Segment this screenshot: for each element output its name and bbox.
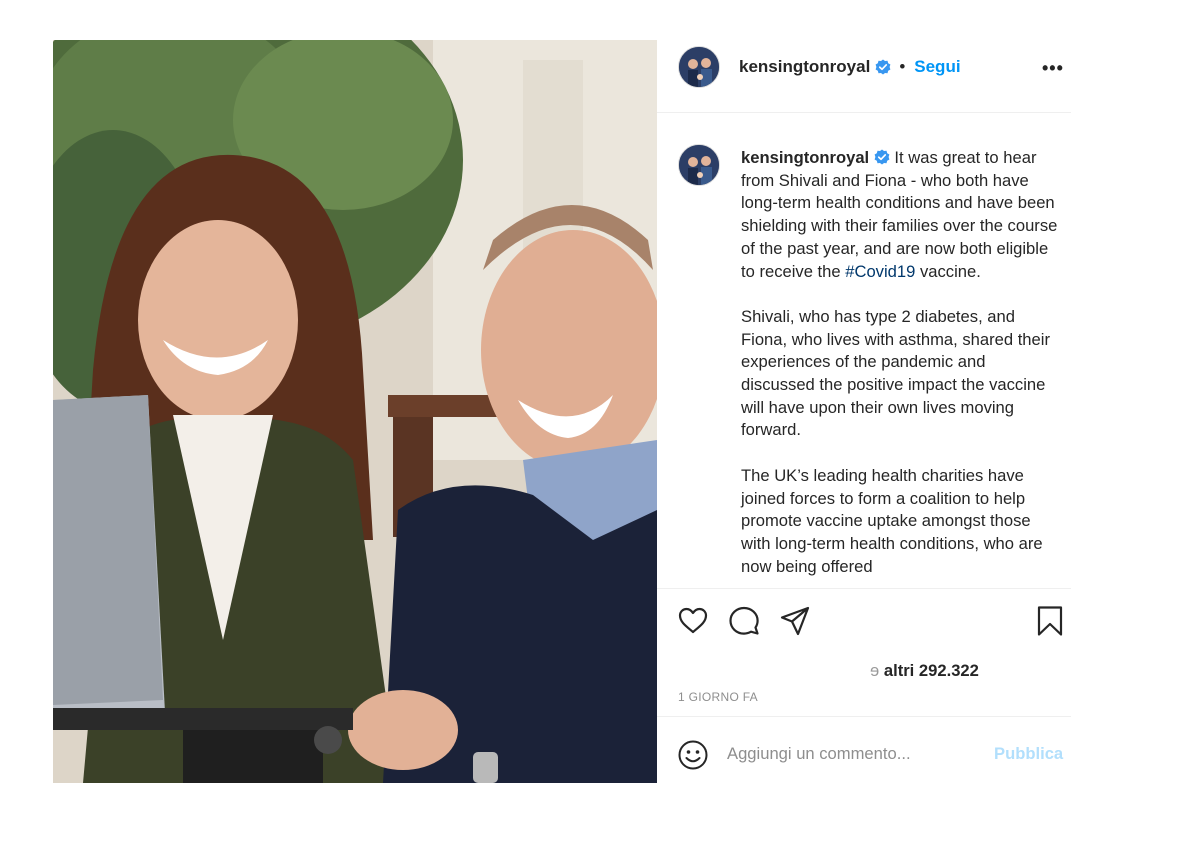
caption-paragraph-1: kensingtonroyal It was great to hear fro… [741, 147, 1061, 283]
comment-bar: Pubblica [657, 716, 1071, 783]
publish-button[interactable]: Pubblica [994, 744, 1063, 764]
post-timestamp[interactable]: 1 GIORNO FA [678, 690, 758, 704]
hashtag-link[interactable]: #Covid19 [845, 262, 915, 281]
verified-badge-icon [874, 149, 890, 165]
avatar-image [679, 145, 719, 185]
post-header: kensingtonroyal • Segui ••• [657, 40, 1071, 113]
comment-icon[interactable] [728, 605, 760, 637]
share-icon[interactable] [779, 605, 811, 637]
caption-text: vaccine. [915, 261, 981, 281]
separator-dot: • [899, 57, 906, 76]
caption-avatar[interactable] [678, 144, 720, 186]
bookmark-icon[interactable] [1034, 605, 1066, 637]
caption-paragraph-3: The UK’s leading health charities have j… [741, 465, 1043, 576]
more-options-icon[interactable]: ••• [1042, 58, 1064, 79]
post-photo[interactable] [53, 40, 657, 783]
verified-badge-icon [875, 59, 891, 75]
likes-count[interactable]: ɘ altri 292.322 [678, 661, 979, 681]
likes-label: altri 292.322 [883, 661, 979, 680]
post-side-panel: kensingtonroyal • Segui ••• kensingtonro… [657, 40, 1071, 783]
caption-area: kensingtonroyal It was great to hear fro… [657, 114, 1071, 588]
caption-paragraph-2: Shivali, who has type 2 diabetes, and Fi… [741, 306, 1050, 440]
comment-input[interactable] [727, 741, 977, 767]
emoji-icon[interactable] [677, 739, 709, 771]
photo-illustration [53, 40, 657, 783]
username-link[interactable]: kensingtonroyal [739, 57, 870, 77]
caption-username-link[interactable]: kensingtonroyal [741, 148, 869, 167]
avatar-image [679, 47, 719, 87]
heart-icon[interactable] [677, 605, 709, 637]
header-user: kensingtonroyal • Segui [739, 57, 961, 77]
post-caption: kensingtonroyal It was great to hear fro… [741, 147, 1061, 588]
likes-prefix: ɘ [870, 661, 880, 680]
post-actions: ɘ altri 292.322 1 GIORNO FA [657, 588, 1071, 716]
follow-button[interactable]: Segui [914, 57, 960, 77]
avatar[interactable] [678, 46, 720, 88]
